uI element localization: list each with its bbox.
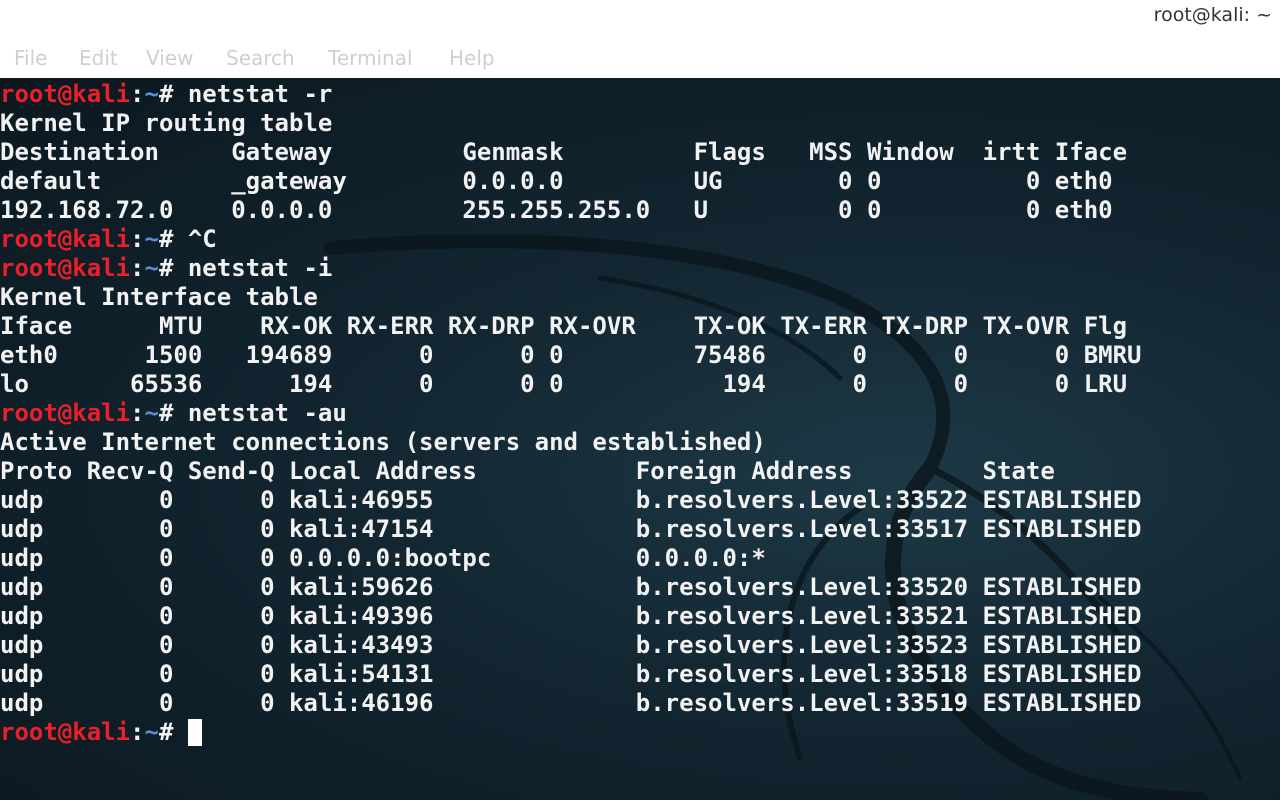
output-line: udp 0 0 kali:59626 b.resolvers.Level:335… bbox=[0, 573, 1142, 601]
prompt-separator: : bbox=[130, 80, 145, 108]
terminal-view[interactable]: root@kali:~# netstat -r Kernel IP routing… bbox=[0, 78, 1280, 800]
output-line: eth0 1500 194689 0 0 0 75486 0 0 0 BMRU bbox=[0, 341, 1142, 369]
prompt-separator: : bbox=[130, 254, 145, 282]
prompt-line: root@kali:~# netstat -r bbox=[0, 80, 1280, 109]
command-text: netstat -r bbox=[187, 80, 333, 108]
prompt-path: ~ bbox=[144, 80, 159, 108]
text-cursor[interactable] bbox=[187, 719, 202, 746]
output-line: udp 0 0 0.0.0.0:bootpc 0.0.0.0:* bbox=[0, 544, 766, 572]
output-line: 192.168.72.0 0.0.0.0 255.255.255.0 U 0 0… bbox=[0, 196, 1113, 224]
terminal-output: root@kali:~# netstat -r Kernel IP routing… bbox=[0, 80, 1280, 747]
prompt-separator: : bbox=[130, 399, 145, 427]
prompt-symbol: # bbox=[158, 225, 188, 253]
prompt-user: root@kali bbox=[0, 718, 131, 746]
menu-edit[interactable]: Edit bbox=[79, 46, 118, 70]
output-line: udp 0 0 kali:49396 b.resolvers.Level:335… bbox=[0, 602, 1142, 630]
output-line: default _gateway 0.0.0.0 UG 0 0 0 eth0 bbox=[0, 167, 1113, 195]
prompt-symbol: # bbox=[158, 254, 188, 282]
menu-help[interactable]: Help bbox=[449, 46, 495, 70]
output-line: Proto Recv-Q Send-Q Local Address Foreig… bbox=[0, 457, 1055, 485]
output-line: udp 0 0 kali:46955 b.resolvers.Level:335… bbox=[0, 486, 1142, 514]
output-line: Kernel Interface table bbox=[0, 283, 318, 311]
output-line: Active Internet connections (servers and… bbox=[0, 428, 766, 456]
output-line: udp 0 0 kali:43493 b.resolvers.Level:335… bbox=[0, 631, 1142, 659]
command-text: ^C bbox=[187, 225, 217, 253]
prompt-line: root@kali:~# netstat -au bbox=[0, 399, 1280, 428]
menu-view[interactable]: View bbox=[146, 46, 193, 70]
title-bar[interactable]: root@kali: ~ bbox=[0, 0, 1280, 32]
prompt-symbol: # bbox=[158, 399, 188, 427]
window-title: root@kali: ~ bbox=[1153, 4, 1272, 26]
prompt-line: root@kali:~# ^C bbox=[0, 225, 1280, 254]
command-text: netstat -au bbox=[187, 399, 347, 427]
output-line: Destination Gateway Genmask Flags MSS Wi… bbox=[0, 138, 1128, 166]
prompt-line: root@kali:~# netstat -i bbox=[0, 254, 1280, 283]
prompt-user: root@kali bbox=[0, 80, 131, 108]
output-line: udp 0 0 kali:54131 b.resolvers.Level:335… bbox=[0, 660, 1142, 688]
output-line: Kernel IP routing table bbox=[0, 109, 333, 137]
menu-file[interactable]: File bbox=[14, 46, 47, 70]
output-line: udp 0 0 kali:46196 b.resolvers.Level:335… bbox=[0, 689, 1142, 717]
command-text: netstat -i bbox=[187, 254, 333, 282]
output-line: lo 65536 194 0 0 0 194 0 0 0 LRU bbox=[0, 370, 1128, 398]
prompt-path: ~ bbox=[144, 225, 159, 253]
prompt-user: root@kali bbox=[0, 254, 131, 282]
prompt-symbol: # bbox=[158, 80, 188, 108]
prompt-user: root@kali bbox=[0, 399, 131, 427]
prompt-separator: : bbox=[130, 718, 145, 746]
menu-bar: File Edit View Search Terminal Help bbox=[0, 32, 1280, 78]
menu-terminal[interactable]: Terminal bbox=[328, 46, 413, 70]
menu-search[interactable]: Search bbox=[226, 46, 295, 70]
output-line: Iface MTU RX-OK RX-ERR RX-DRP RX-OVR TX-… bbox=[0, 312, 1128, 340]
prompt-symbol: # bbox=[158, 718, 188, 746]
prompt-separator: : bbox=[130, 225, 145, 253]
prompt-user: root@kali bbox=[0, 225, 131, 253]
prompt-path: ~ bbox=[144, 399, 159, 427]
prompt-line: root@kali:~# bbox=[0, 718, 1280, 747]
output-line: udp 0 0 kali:47154 b.resolvers.Level:335… bbox=[0, 515, 1142, 543]
prompt-path: ~ bbox=[144, 718, 159, 746]
prompt-path: ~ bbox=[144, 254, 159, 282]
